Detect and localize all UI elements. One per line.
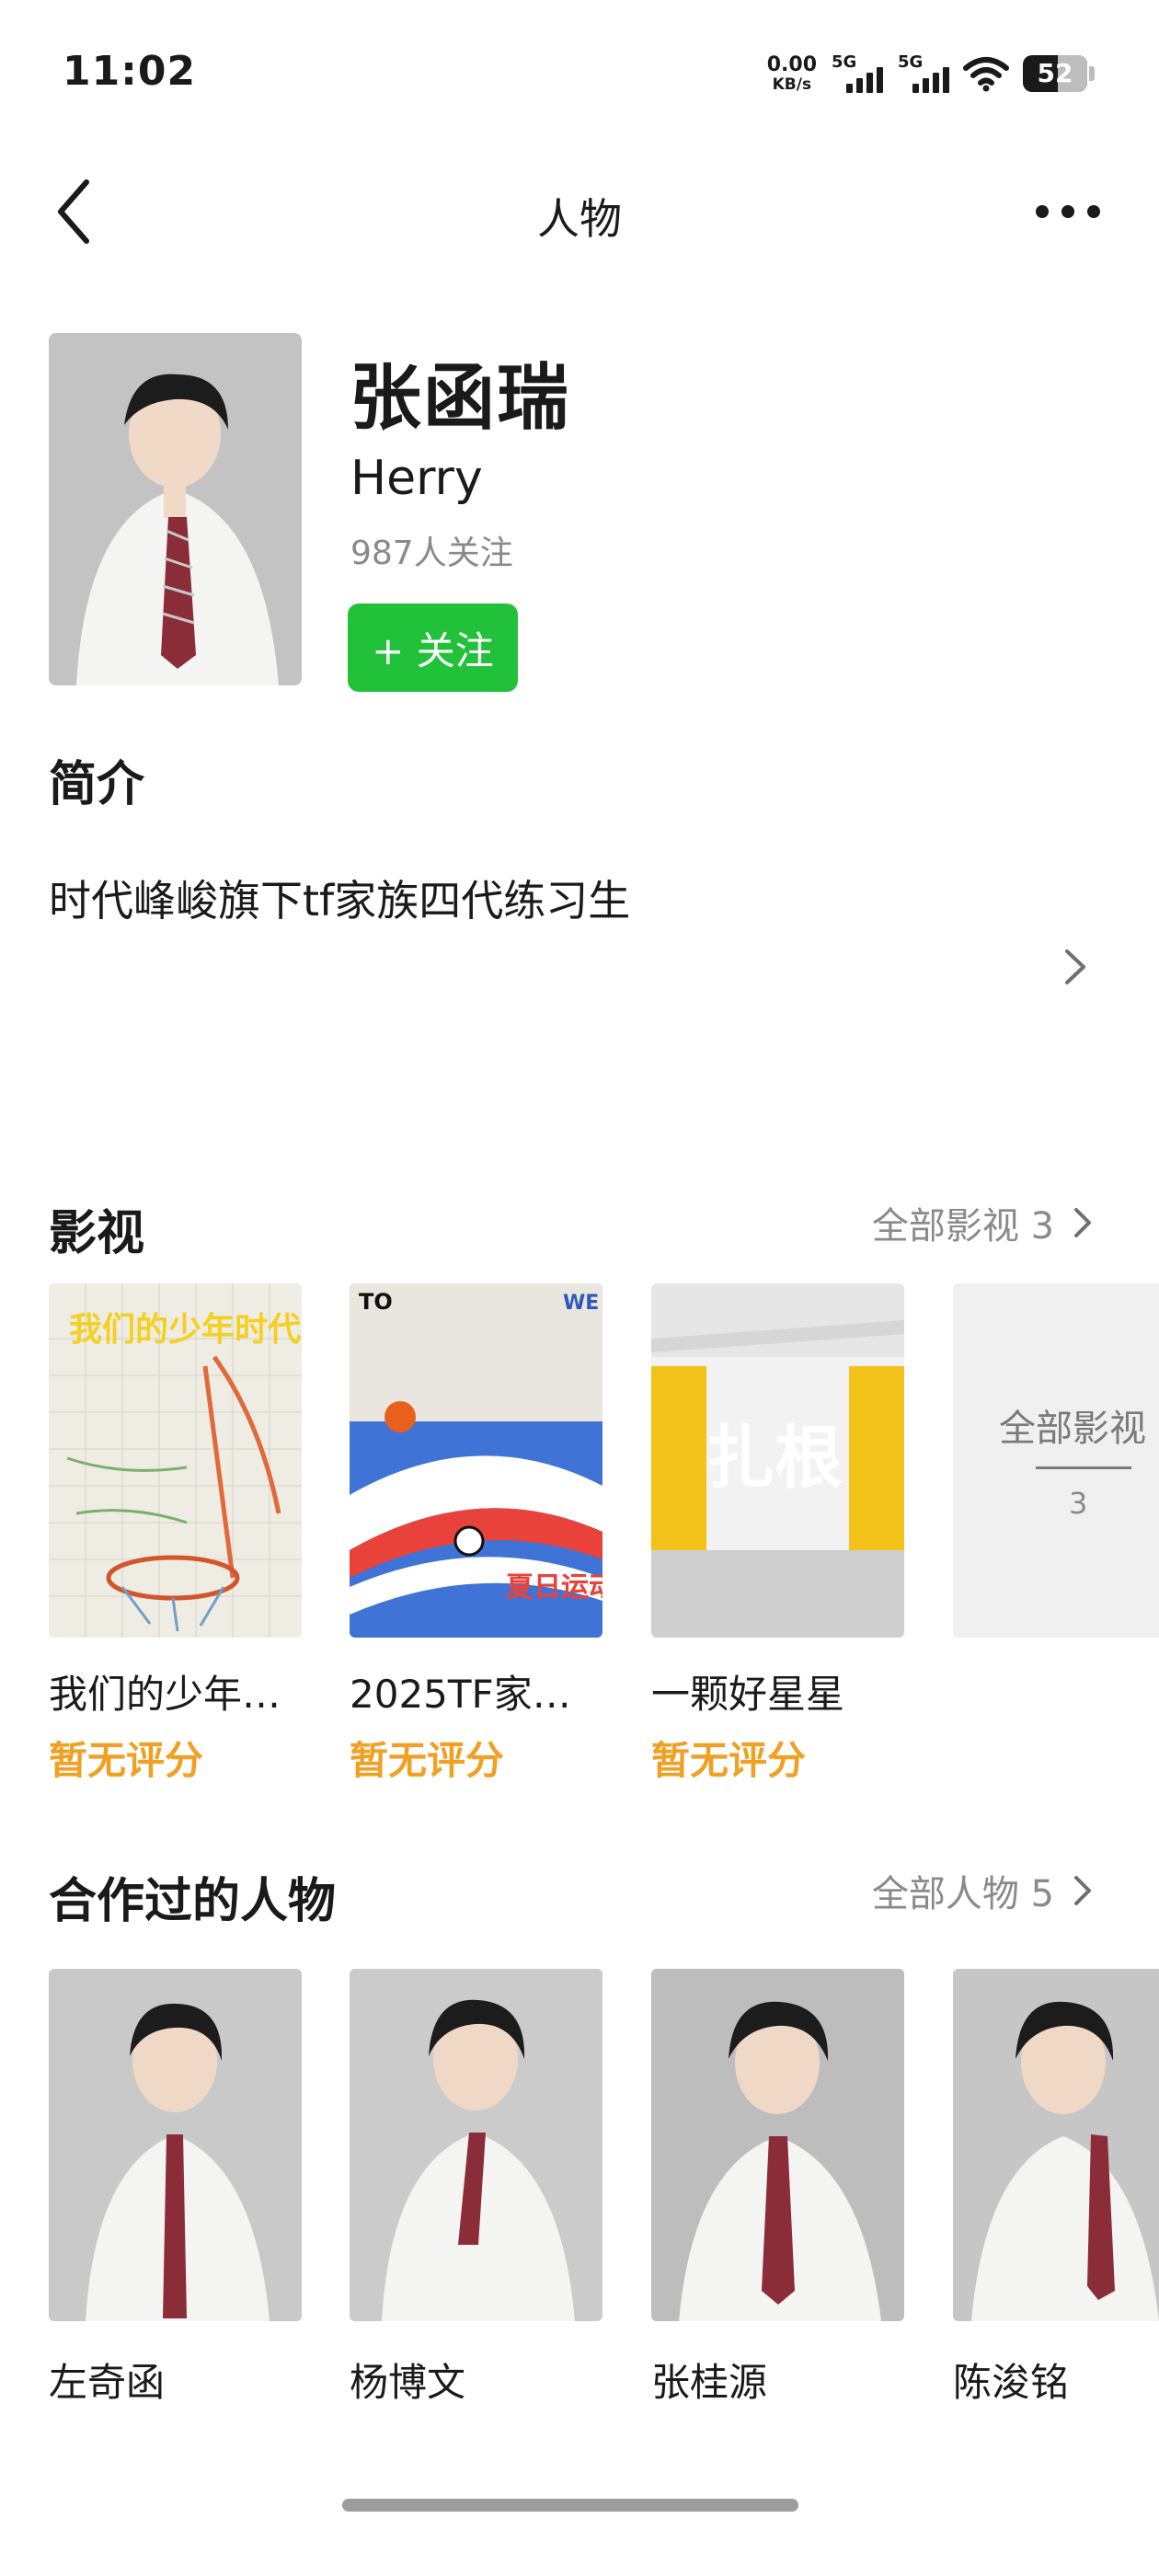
network-speed-value: 0.00 <box>766 52 817 76</box>
profile-photo[interactable] <box>49 333 302 685</box>
partners-heading: 合作过的人物 <box>49 1874 337 1929</box>
svg-text:WE: WE <box>563 1292 599 1315</box>
network-speed-unit: KB/s <box>772 75 812 94</box>
media-poster[interactable]: 我们的少年时代2 <box>49 1283 302 1638</box>
wifi-icon <box>963 57 1009 92</box>
partner-photo[interactable] <box>953 1969 1159 2321</box>
poster-image: 我们的少年时代2 <box>49 1283 302 1638</box>
person-portrait-image <box>953 1969 1159 2321</box>
person-portrait-image <box>49 333 302 685</box>
poster-image: 扎根 <box>651 1283 904 1638</box>
intro-text: 时代峰峻旗下tf家族四代练习生 <box>49 876 631 926</box>
person-english-name: Herry <box>350 451 483 506</box>
follower-count: 987人关注 <box>350 535 513 572</box>
all-media-link[interactable]: 全部影视 3 <box>872 1196 1095 1249</box>
poster-title-text: 我们的少年时代2 <box>69 1311 302 1349</box>
chevron-right-icon <box>1074 1208 1091 1237</box>
follow-button[interactable]: + 关注 <box>348 604 518 692</box>
person-portrait-image <box>651 1969 904 2321</box>
all-partners-link[interactable]: 全部人物 5 <box>872 1864 1095 1917</box>
poster-image: TO WE 夏日运动会 <box>350 1283 602 1638</box>
partner-name[interactable]: 陈浚铭 <box>953 2352 1069 2408</box>
media-poster[interactable]: 扎根 <box>651 1283 904 1638</box>
person-portrait-image <box>49 1969 302 2321</box>
status-icons: 0.00 KB/s 5G 5G 52 <box>767 50 1095 98</box>
person-name: 张函瑞 <box>350 357 571 440</box>
signal-icon-sim1: 5G <box>830 52 883 95</box>
media-rating: 暂无评分 <box>49 1738 204 1783</box>
navigation-bar: 人物 <box>0 156 1159 267</box>
media-title[interactable]: 一颗好星星 <box>651 1663 918 1719</box>
partner-photo[interactable] <box>49 1969 302 2321</box>
all-media-card-count: 3 <box>1069 1486 1088 1521</box>
more-dot-icon <box>1061 205 1074 218</box>
all-media-card-label: 全部影视 <box>999 1408 1146 1450</box>
partner-name[interactable]: 张桂源 <box>651 2352 767 2408</box>
svg-text:TO: TO <box>359 1289 393 1315</box>
expand-intro-chevron-icon[interactable] <box>1058 946 1091 988</box>
partner-photo[interactable] <box>350 1969 602 2321</box>
partner-photo[interactable] <box>651 1969 904 2321</box>
media-heading: 影视 <box>49 1206 145 1261</box>
chevron-right-icon <box>1074 1876 1091 1905</box>
intro-heading: 简介 <box>49 757 145 812</box>
battery-level: 52 <box>1037 58 1073 88</box>
divider <box>1036 1466 1131 1469</box>
poster-title-text: 夏日运动会 <box>506 1571 602 1604</box>
person-portrait-image <box>350 1969 602 2321</box>
all-partners-label: 全部人物 5 <box>871 1873 1054 1915</box>
media-rating: 暂无评分 <box>350 1738 505 1783</box>
status-bar: 11:02 0.00 KB/s 5G 5G 52 <box>0 0 1159 147</box>
media-title[interactable]: 我们的少年… <box>49 1663 316 1719</box>
network-speed: 0.00 KB/s <box>766 52 817 94</box>
more-dot-icon <box>1036 205 1049 218</box>
all-media-card[interactable]: 全部影视 3 <box>953 1283 1159 1638</box>
media-title[interactable]: 2025TF家… <box>350 1663 616 1719</box>
home-indicator[interactable] <box>342 2499 798 2512</box>
poster-title-text: 扎根 <box>706 1419 843 1498</box>
signal-icon-sim2: 5G <box>896 52 949 95</box>
battery-cap <box>1089 66 1095 81</box>
partner-name[interactable]: 左奇函 <box>49 2352 165 2408</box>
status-time: 11:02 <box>63 48 197 95</box>
media-rating: 暂无评分 <box>651 1738 807 1783</box>
more-options-button[interactable] <box>1017 175 1119 248</box>
page-title: 人物 <box>537 194 622 244</box>
more-dot-icon <box>1087 205 1100 218</box>
battery-icon: 52 <box>1023 55 1087 92</box>
media-poster[interactable]: TO WE 夏日运动会 <box>350 1283 602 1638</box>
all-media-label: 全部影视 3 <box>871 1205 1054 1248</box>
partner-name[interactable]: 杨博文 <box>350 2352 465 2408</box>
